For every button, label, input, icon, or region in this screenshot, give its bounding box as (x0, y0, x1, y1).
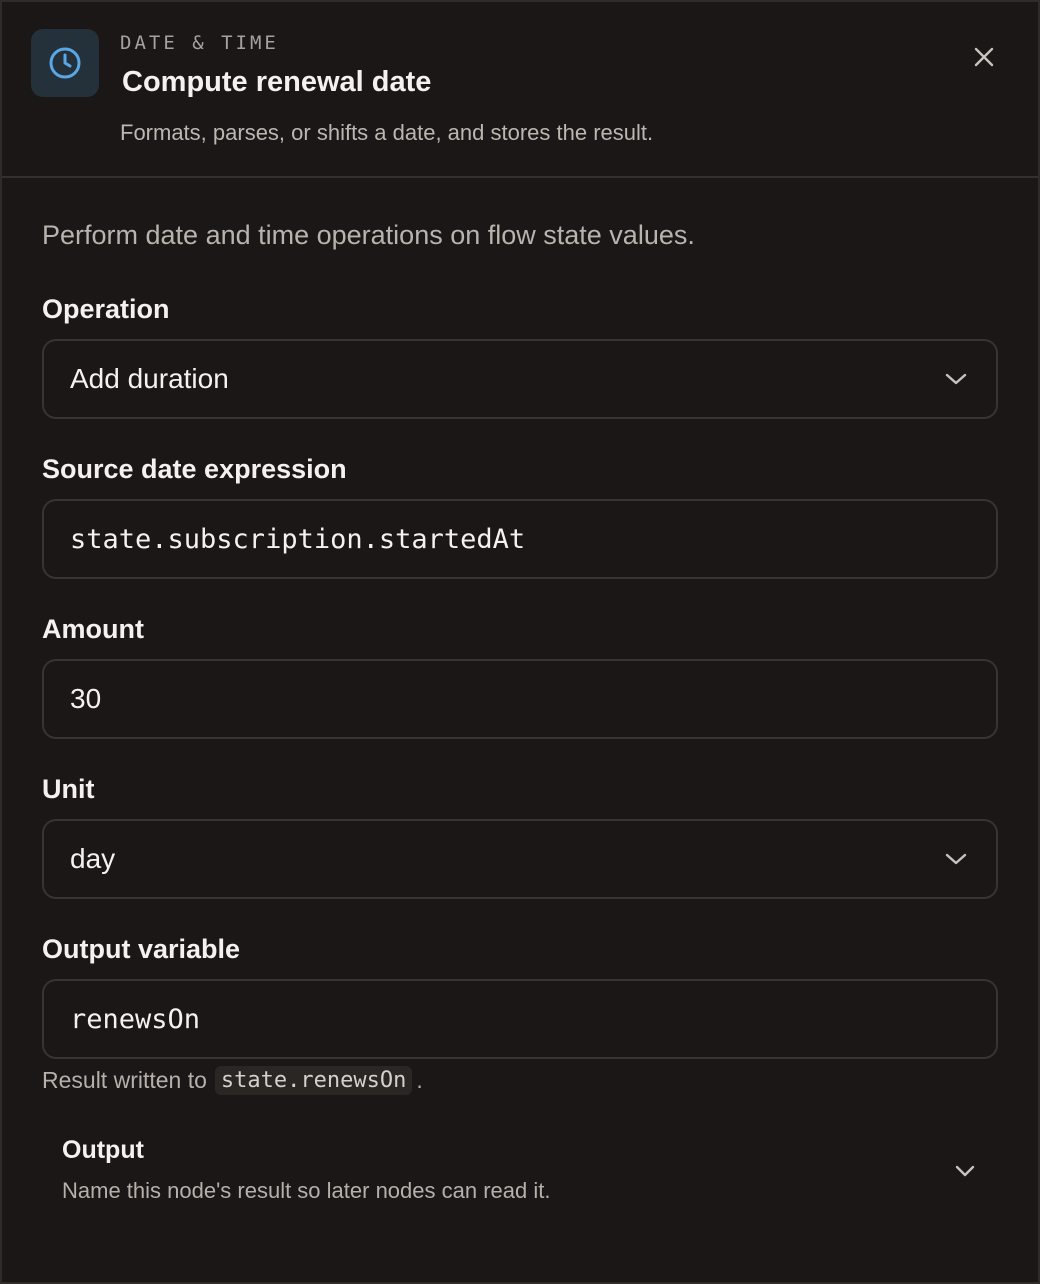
amount-input[interactable]: 30 (42, 659, 998, 739)
close-icon (974, 47, 994, 67)
operation-value: Add duration (70, 363, 229, 394)
amount-label: Amount (42, 614, 144, 644)
unit-value: day (70, 843, 116, 874)
operation-select[interactable]: Add duration (42, 339, 998, 419)
operation-label: Operation (42, 294, 170, 324)
source-date-input[interactable]: state.subscription.startedAt (42, 499, 998, 579)
panel-description: Perform date and time operations on flow… (42, 220, 695, 250)
node-category: DATE & TIME (120, 32, 279, 54)
output-hint: Result written to state.renewsOn . (42, 1066, 423, 1095)
hint-suffix: . (416, 1067, 423, 1093)
node-settings-panel: DATE & TIME Compute renewal date Formats… (0, 0, 1040, 1284)
hint-code: state.renewsOn (214, 1066, 413, 1095)
output-variable-value: renewsOn (70, 1003, 201, 1035)
hint-prefix: Result written to (42, 1067, 207, 1093)
amount-value: 30 (70, 683, 102, 714)
output-section-title: Output (62, 1136, 144, 1164)
panel-header: DATE & TIME Compute renewal date Formats… (2, 2, 1038, 178)
source-date-value: state.subscription.startedAt (70, 523, 526, 555)
output-section-toggle[interactable]: Output Name this node's result so later … (42, 1122, 998, 1222)
panel-subtitle: Formats, parses, or shifts a date, and s… (120, 120, 654, 145)
panel-title: Compute renewal date (122, 66, 432, 98)
unit-select[interactable]: day (42, 819, 998, 899)
clock-icon (49, 47, 81, 79)
output-variable-input[interactable]: renewsOn (42, 979, 998, 1059)
close-button[interactable] (964, 42, 1004, 72)
unit-label: Unit (42, 774, 95, 804)
source-date-label: Source date expression (42, 454, 347, 484)
chevron-down-icon (945, 373, 967, 385)
output-section-description: Name this node's result so later nodes c… (62, 1178, 551, 1203)
node-type-badge (31, 29, 99, 97)
output-variable-label: Output variable (42, 934, 241, 964)
chevron-down-icon (955, 1165, 975, 1177)
chevron-down-icon (945, 853, 967, 865)
